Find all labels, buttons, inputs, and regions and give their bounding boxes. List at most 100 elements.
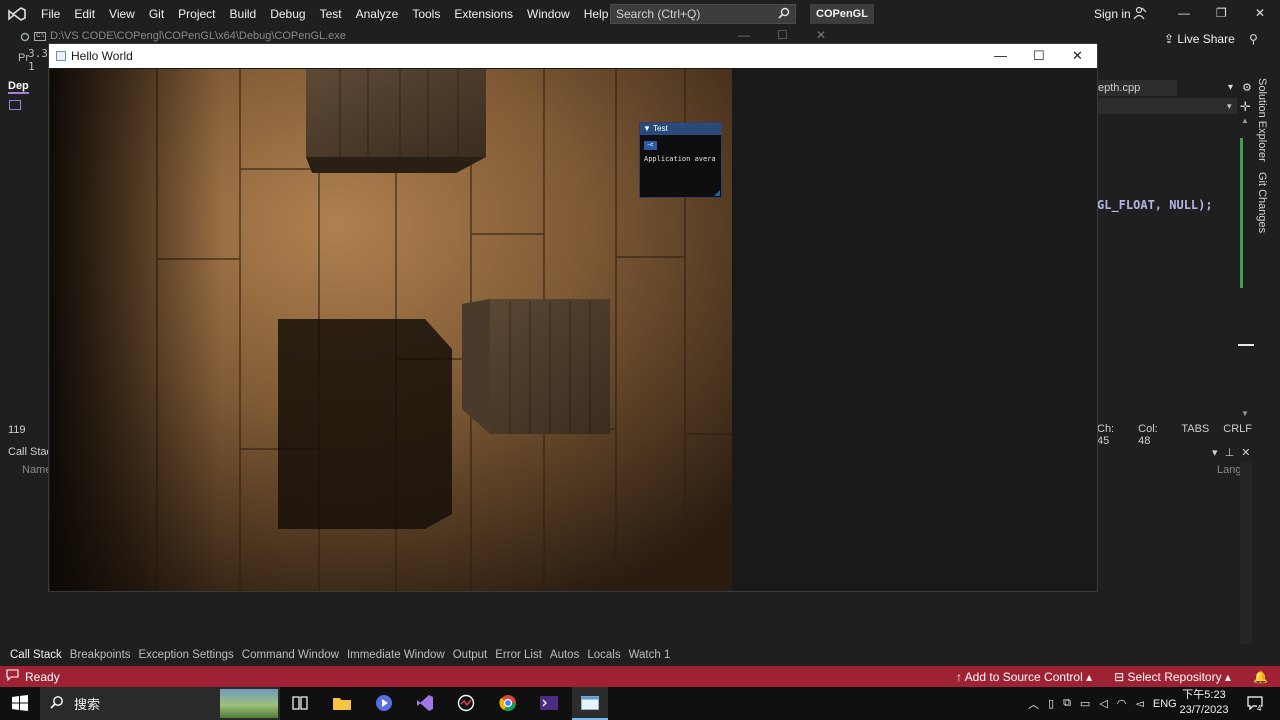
imgui-button[interactable]: -<: [644, 141, 657, 150]
menu-view[interactable]: View: [102, 0, 142, 28]
menu-build[interactable]: Build: [223, 0, 264, 28]
imgui-test-window[interactable]: ▼ Test -< Application avera: [639, 122, 722, 198]
notifications-bell-icon[interactable]: 🔔: [1253, 670, 1268, 684]
input-language[interactable]: ENG: [1153, 698, 1177, 710]
tab-exception-settings[interactable]: Exception Settings: [135, 649, 238, 661]
editor-status-line: Ch: 45 Col: 48 TABS CRLF: [1097, 423, 1252, 447]
status-ch: Ch: 45: [1097, 423, 1115, 447]
tab-breakpoints[interactable]: Breakpoints: [66, 649, 135, 661]
app-circle-icon[interactable]: [373, 692, 395, 714]
solution-explorer-tab[interactable]: Solution Explorer: [1256, 78, 1268, 162]
tab-watch-1[interactable]: Watch 1: [625, 649, 675, 661]
taskbar-search-text: 搜索: [74, 697, 101, 712]
panel-dropdown-icon[interactable]: ▾: [1212, 447, 1218, 459]
status-col: Col: 48: [1138, 423, 1158, 447]
live-share-button[interactable]: ⇪ Live Share: [1164, 32, 1235, 46]
panel-scrollbar[interactable]: [1240, 462, 1252, 646]
terminal-app-icon[interactable]: [538, 692, 560, 714]
imgui-resize-grip[interactable]: [714, 190, 720, 196]
menu-tools[interactable]: Tools: [405, 0, 447, 28]
search-highlight-image: [220, 689, 278, 718]
file-explorer-icon[interactable]: [331, 692, 353, 714]
tray-device-icon[interactable]: ▯: [1048, 697, 1054, 710]
speaker-icon[interactable]: ◅: [1135, 697, 1143, 710]
status-tabs[interactable]: TABS: [1181, 423, 1209, 439]
split-editor-icon[interactable]: ✛: [1240, 99, 1251, 115]
tab-output[interactable]: Output: [449, 649, 492, 661]
system-clock[interactable]: 下午5:23 23/7/2023: [1176, 688, 1232, 718]
git-changes-tab[interactable]: Git Changes: [1256, 172, 1268, 233]
vs-search-input[interactable]: Search (Ctrl+Q): [610, 4, 796, 24]
task-view-icon[interactable]: [289, 692, 311, 714]
left-tab-dep[interactable]: Dep: [8, 80, 29, 94]
settings-gear-icon[interactable]: ⚙: [1242, 81, 1252, 94]
vs-minimize-icon[interactable]: —: [1178, 6, 1190, 20]
notification-center-icon[interactable]: [1244, 692, 1266, 714]
system-tray: ︿ ▯ ⧉ ▭ ◁ ◠ ◅ ENG: [1028, 687, 1177, 720]
tab-command-window[interactable]: Command Window: [238, 649, 343, 661]
imgui-titlebar[interactable]: ▼ Test: [640, 123, 721, 135]
tab-error-list[interactable]: Error List: [491, 649, 546, 661]
feedback-icon[interactable]: ⚲: [1249, 32, 1258, 46]
tab-locals[interactable]: Locals: [583, 649, 624, 661]
scroll-up-icon[interactable]: ▲: [1241, 116, 1249, 125]
tab-immediate-window[interactable]: Immediate Window: [343, 649, 449, 661]
wifi-icon[interactable]: ◠: [1117, 697, 1127, 710]
imgui-fps-text: Application avera: [644, 155, 716, 163]
menu-window[interactable]: Window: [520, 0, 577, 28]
editor-scrollbar[interactable]: [1238, 116, 1250, 420]
code-line[interactable]: GL_FLOAT, NULL);: [1097, 198, 1213, 212]
nav-dropdown-icon[interactable]: ▾: [1227, 101, 1232, 112]
menu-analyze[interactable]: Analyze: [349, 0, 406, 28]
chrome-icon[interactable]: [497, 692, 519, 714]
wooden-cube-top: [306, 69, 486, 173]
console-close-icon[interactable]: ✕: [816, 28, 826, 42]
panel-controls: ▾ ⊥ ✕: [1212, 446, 1250, 459]
tab-call-stack[interactable]: Call Stack: [6, 649, 66, 661]
scroll-down-icon[interactable]: ▼: [1241, 409, 1249, 418]
sign-in-link[interactable]: Sign in: [1094, 7, 1131, 21]
status-crlf[interactable]: CRLF: [1223, 423, 1252, 439]
hello-world-window[interactable]: Hello World — ☐ ✕: [48, 43, 1098, 592]
tray-expand-icon[interactable]: ︿: [1028, 696, 1039, 712]
taskbar-search-box[interactable]: 搜索: [40, 687, 280, 720]
menu-debug[interactable]: Debug: [263, 0, 312, 28]
menu-file[interactable]: File: [34, 0, 67, 28]
console-maximize-icon[interactable]: ☐: [777, 28, 788, 42]
select-repository-button[interactable]: ⊟ Select Repository ▴: [1114, 670, 1231, 684]
editor-tab-depth-cpp[interactable]: epth.cpp: [1097, 80, 1177, 96]
add-to-source-control-button[interactable]: ↑ Add to Source Control ▴: [956, 670, 1092, 684]
hello-world-titlebar[interactable]: Hello World — ☐ ✕: [49, 44, 1097, 68]
hello-world-app-icon[interactable]: [579, 692, 601, 714]
console-window-title: D:\VS CODE\COPengl\COPenGL\x64\Debug\COP…: [50, 30, 346, 42]
maximize-icon[interactable]: ☐: [1033, 48, 1045, 64]
visual-studio-logo-icon[interactable]: [0, 0, 34, 28]
pin-icon[interactable]: ⊥: [1225, 447, 1235, 459]
battery-icon[interactable]: ▭: [1080, 697, 1090, 710]
tab-autos[interactable]: Autos: [546, 649, 583, 661]
feedback-person-icon[interactable]: [1133, 6, 1147, 23]
menu-extensions[interactable]: Extensions: [447, 0, 520, 28]
vs-restore-icon[interactable]: ❐: [1216, 6, 1227, 20]
repository-icon: ⊟: [1114, 669, 1125, 684]
windows-start-icon[interactable]: [9, 692, 31, 714]
menu-test[interactable]: Test: [313, 0, 349, 28]
column-language[interactable]: Lang: [1217, 464, 1241, 476]
menu-edit[interactable]: Edit: [67, 0, 102, 28]
opengl-render-viewport[interactable]: [50, 69, 732, 591]
collapse-arrow-icon[interactable]: ▼: [643, 124, 651, 133]
volume-icon[interactable]: ◁: [1099, 697, 1107, 710]
console-minimize-icon[interactable]: —: [738, 28, 750, 42]
tray-app-icon[interactable]: ⧉: [1063, 697, 1071, 710]
minimize-icon[interactable]: —: [994, 48, 1007, 63]
menu-project[interactable]: Project: [171, 0, 222, 28]
visual-studio-icon[interactable]: [414, 692, 436, 714]
performance-monitor-icon[interactable]: [455, 692, 477, 714]
menu-git[interactable]: Git: [142, 0, 171, 28]
column-name[interactable]: Name: [22, 464, 51, 476]
tab-dropdown-icon[interactable]: ▾: [1228, 82, 1233, 93]
close-icon[interactable]: ✕: [1072, 48, 1083, 64]
editor-navigation-bar[interactable]: [1097, 98, 1237, 114]
panel-close-icon[interactable]: ✕: [1241, 447, 1250, 459]
vs-close-icon[interactable]: ✕: [1255, 6, 1265, 20]
